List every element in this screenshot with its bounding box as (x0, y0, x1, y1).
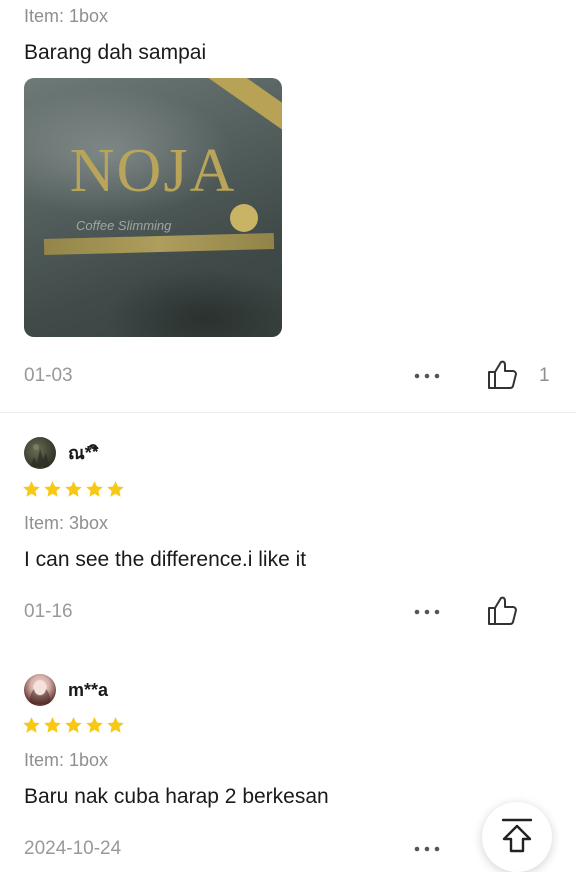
avatar-image (29, 680, 51, 704)
review-text: Baru nak cuba harap 2 berkesan (24, 785, 329, 808)
review-card: ณ**ิ Item: 3box I can see the difference… (0, 413, 576, 651)
star-icon (23, 481, 40, 497)
back-to-top-button[interactable] (482, 802, 552, 872)
photo-brand-text: NOJA (69, 137, 237, 205)
review-text: Barang dah sampai (24, 41, 207, 64)
review-date: 01-03 (24, 365, 73, 386)
more-dots-icon[interactable] (413, 843, 441, 855)
star-icon (86, 481, 103, 497)
star-rating (22, 716, 125, 738)
star-icon (65, 717, 82, 733)
thumbs-up-icon[interactable] (485, 358, 519, 392)
avatar[interactable] (24, 437, 56, 469)
more-dots-icon[interactable] (413, 606, 441, 618)
more-dots-icon[interactable] (413, 370, 441, 382)
avatar-image (30, 444, 50, 467)
star-icon (44, 481, 61, 497)
photo-shadow (104, 268, 282, 337)
reviewer-name: m**a (68, 680, 109, 700)
thumbs-up-icon[interactable] (485, 594, 519, 628)
photo-subtitle-text: Coffee Slimming (76, 218, 172, 233)
star-icon (23, 717, 40, 733)
photo-band (43, 232, 275, 256)
star-icon (86, 717, 103, 733)
reviews-page: Item: 1box Barang dah sampai NOJA Coffee… (0, 0, 576, 872)
review-text: I can see the difference.i like it (24, 548, 307, 571)
review-variant: Item: 1box (24, 6, 109, 26)
review-photo[interactable]: NOJA Coffee Slimming (24, 78, 282, 337)
arrow-up-to-top-icon (501, 818, 533, 853)
star-icon (65, 481, 82, 497)
review-variant: Item: 1box (24, 750, 109, 770)
review-card: Item: 1box Barang dah sampai NOJA Coffee… (0, 0, 576, 412)
like-count: 1 (539, 365, 550, 386)
star-icon (44, 717, 61, 733)
star-icon (107, 481, 124, 497)
review-date: 01-16 (24, 601, 73, 622)
avatar[interactable] (24, 674, 56, 706)
photo-badge (230, 204, 258, 232)
reviewer-name: ณ**ิ (68, 443, 99, 463)
star-rating (22, 480, 125, 502)
star-icon (107, 717, 124, 733)
review-date: 2024-10-24 (24, 838, 122, 859)
review-variant: Item: 3box (24, 513, 109, 533)
